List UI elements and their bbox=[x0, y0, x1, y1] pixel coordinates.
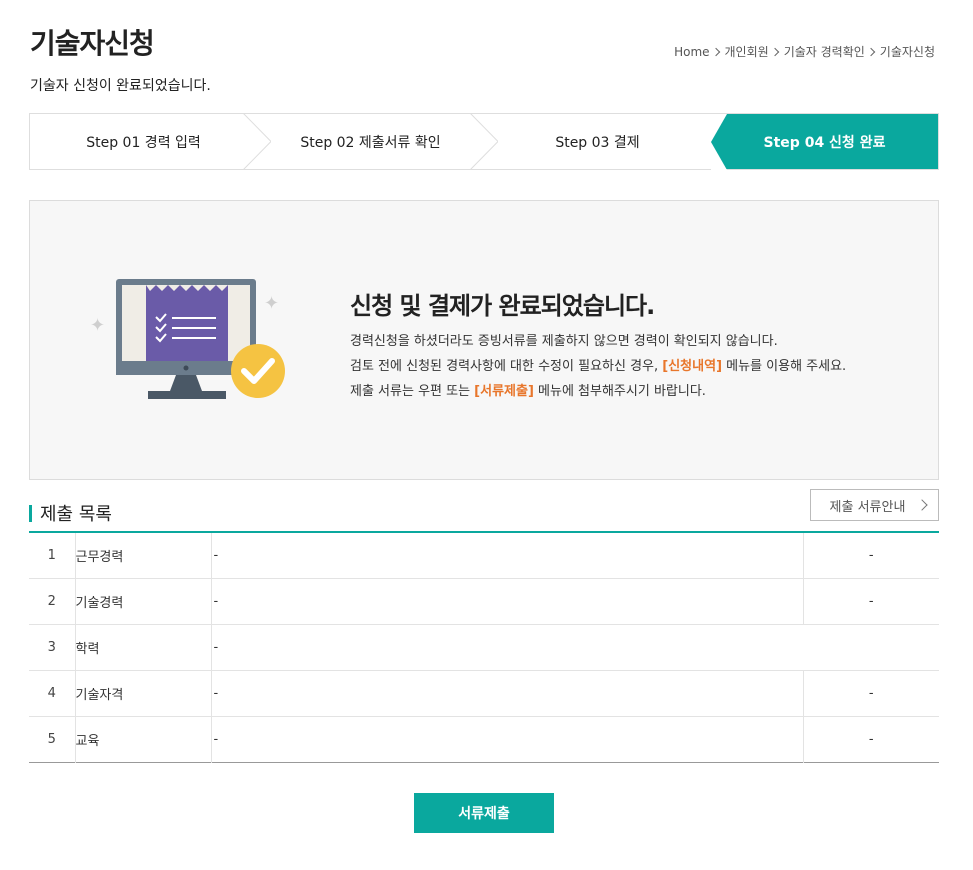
svg-text:✦: ✦ bbox=[264, 293, 279, 314]
message-line-2-post: 메뉴를 이용해 주세요. bbox=[722, 359, 847, 374]
submission-list-heading: 제출 목록 bbox=[29, 500, 112, 526]
message-line-2: 검토 전에 신청된 경력사항에 대한 수정이 필요하신 경우, [신청내역] 메… bbox=[350, 354, 846, 379]
row-extra: - bbox=[802, 716, 939, 762]
row-name: 학력 bbox=[75, 624, 212, 671]
step-4-active: Step 04 신청 완료 bbox=[711, 114, 938, 170]
row-name: 근무경력 bbox=[75, 532, 212, 579]
row-value: - bbox=[213, 731, 219, 747]
row-number: 1 bbox=[29, 532, 76, 579]
step-1-label: Step 01 경력 입력 bbox=[86, 134, 201, 151]
application-history-link[interactable]: [신청내역] bbox=[662, 359, 722, 374]
step-3-label: Step 03 결제 bbox=[555, 134, 640, 151]
submission-list-title: 제출 목록 bbox=[40, 504, 112, 525]
document-guide-button[interactable]: 제출 서류안내 bbox=[810, 489, 939, 521]
document-submit-link[interactable]: [서류제출] bbox=[474, 384, 534, 399]
row-number: 5 bbox=[29, 716, 76, 762]
message-line-2-pre: 검토 전에 신청된 경력사항에 대한 수정이 필요하신 경우, bbox=[350, 359, 663, 374]
message-line-1: 경력신청을 하셨더라도 증빙서류를 제출하지 않으면 경력이 확인되지 않습니다… bbox=[350, 334, 778, 349]
row-name: 교육 bbox=[75, 716, 212, 762]
breadcrumb-home[interactable]: Home bbox=[674, 45, 709, 59]
message-line-3: 제출 서류는 우편 또는 [서류제출] 메뉴에 첨부해주시기 바랍니다. bbox=[350, 379, 846, 404]
row-extra: - bbox=[802, 532, 939, 579]
step-2: Step 02 제출서류 확인 bbox=[257, 113, 498, 170]
completion-title: 신청 및 결제가 완료되었습니다. bbox=[350, 292, 655, 320]
svg-text:✦: ✦ bbox=[90, 315, 105, 336]
submit-documents-button[interactable]: 서류제출 bbox=[414, 793, 554, 833]
step-separator-icon bbox=[243, 113, 271, 170]
step-4-label: Step 04 신청 완료 bbox=[763, 134, 886, 151]
table-row: 4 기술자격 - - bbox=[29, 670, 939, 717]
monitor-checklist-icon: ✦ ✦ bbox=[90, 279, 285, 399]
heading-accent-bar bbox=[29, 504, 32, 522]
chevron-right-icon bbox=[770, 47, 779, 56]
breadcrumb-current: 기술자신청 bbox=[879, 45, 935, 59]
table-row: 3 학력 - bbox=[29, 624, 939, 671]
row-value: - bbox=[211, 670, 803, 717]
row-number: 2 bbox=[29, 578, 76, 625]
row-number: 3 bbox=[29, 624, 76, 671]
breadcrumb-member[interactable]: 개인회원 bbox=[725, 43, 769, 60]
row-value: - bbox=[211, 532, 803, 579]
chevron-right-icon bbox=[711, 47, 720, 56]
row-name: 기술자격 bbox=[75, 670, 212, 717]
row-number: 4 bbox=[29, 670, 76, 717]
chevron-right-icon bbox=[916, 499, 928, 511]
breadcrumb-career[interactable]: 기술자 경력확인 bbox=[784, 43, 865, 60]
completion-panel: ✦ ✦ 신청 및 결제가 완료되었습니다. 경력신청을 하셨더라도 증빙서류를 … bbox=[29, 200, 939, 480]
step-separator-icon bbox=[470, 113, 498, 170]
step-2-label: Step 02 제출서류 확인 bbox=[300, 134, 441, 151]
row-extra: - bbox=[802, 578, 939, 625]
step-indicator: Step 01 경력 입력 Step 02 제출서류 확인 Step 03 결제… bbox=[29, 113, 939, 170]
row-name: 기술경력 bbox=[75, 578, 212, 625]
row-value: - bbox=[211, 578, 803, 625]
page-subtitle: 기술자 신청이 완료되었습니다. bbox=[30, 78, 211, 94]
document-guide-label: 제출 서류안내 bbox=[829, 499, 906, 515]
step-3: Step 03 결제 bbox=[484, 114, 711, 169]
table-row: 5 교육 - - bbox=[29, 716, 939, 762]
row-extra: - bbox=[802, 670, 939, 717]
step-1: Step 01 경력 입력 bbox=[30, 113, 271, 170]
breadcrumb: Home 개인회원 기술자 경력확인 기술자신청 bbox=[674, 43, 935, 60]
table-row: 1 근무경력 - - bbox=[29, 532, 939, 579]
chevron-right-icon bbox=[866, 47, 876, 56]
submission-table: 1 근무경력 - - 2 기술경력 - - 3 학력 - 4 기술자격 - - … bbox=[29, 531, 939, 763]
table-row: 2 기술경력 - - bbox=[29, 578, 939, 625]
message-line-3-post: 메뉴에 첨부해주시기 바랍니다. bbox=[533, 384, 706, 399]
row-value: - bbox=[211, 624, 939, 671]
page-title: 기술자신청 bbox=[30, 27, 155, 60]
message-line-3-pre: 제출 서류는 우편 또는 bbox=[350, 384, 475, 399]
completion-message: 경력신청을 하셨더라도 증빙서류를 제출하지 않으면 경력이 확인되지 않습니다… bbox=[350, 329, 846, 404]
